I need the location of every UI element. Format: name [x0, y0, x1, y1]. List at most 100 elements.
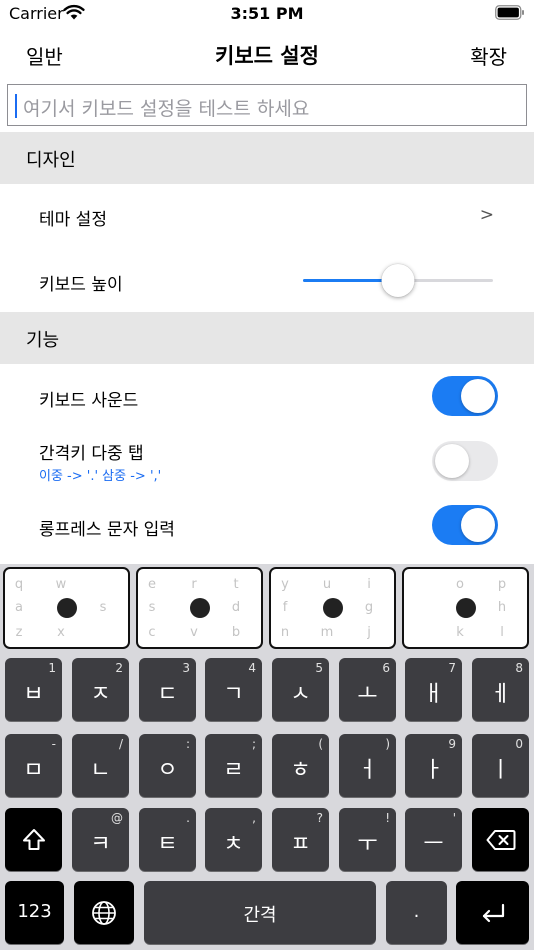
key-main-label: ㅇ [157, 758, 178, 783]
key-secondary-label: ( [318, 737, 323, 751]
gesture-pad-letter: q [14, 577, 24, 592]
key-secondary-label: 1 [48, 661, 56, 675]
section-header-label: 디자인 [26, 150, 76, 171]
key-secondary-label: . [186, 811, 190, 825]
key-secondary-label: ? [316, 811, 323, 825]
gesture-pad-letter: s [99, 600, 107, 615]
gesture-pad-center-dot [456, 598, 476, 618]
toggle-knob [461, 508, 495, 542]
letter-key[interactable]: ㅔ8 [472, 658, 529, 721]
letter-key[interactable]: ㅅ5 [272, 658, 329, 721]
shift-key[interactable] [5, 808, 62, 871]
key-secondary-label: 5 [315, 661, 323, 675]
section-header-label: 기능 [26, 330, 60, 351]
extension-tab-button[interactable]: 확장 [470, 41, 507, 70]
letter-key[interactable]: ㅏ9 [405, 734, 462, 797]
long-press-input-toggle[interactable] [432, 505, 498, 545]
numbers-key[interactable]: 123 [5, 881, 64, 944]
gesture-pad-letter: s [148, 600, 156, 615]
keyboard-sound-label: 키보드 사운드 [39, 391, 139, 411]
key-secondary-label: ! [385, 811, 390, 825]
gesture-pad-letter: u [322, 577, 332, 592]
key-secondary-label: ' [452, 811, 456, 825]
key-main-label: ㅂ [23, 682, 44, 707]
key-main-label: ㄴ [90, 758, 111, 783]
chevron-right-icon: > [479, 205, 494, 225]
key-secondary-label: 3 [182, 661, 190, 675]
return-icon [482, 903, 504, 922]
key-main-label: ㅅ [290, 682, 311, 707]
key-secondary-label: @ [111, 811, 123, 825]
globe-key[interactable] [74, 881, 134, 944]
letter-key[interactable]: ㅐ7 [405, 658, 462, 721]
letter-key[interactable]: ㅈ2 [72, 658, 129, 721]
keyboard-height-slider[interactable] [303, 264, 493, 297]
period-key-label: . [413, 901, 420, 922]
space-key[interactable]: 간격 [144, 881, 376, 944]
gesture-pad-letter: n [280, 625, 290, 640]
space-key-label: 간격 [243, 905, 277, 926]
key-main-label: ㅗ [357, 682, 378, 707]
page-title: 키보드 설정 [215, 44, 319, 68]
gesture-pad-letter: v [190, 625, 198, 640]
key-main-label: ㅌ [157, 832, 178, 857]
long-press-input-label: 롱프레스 문자 입력 [39, 520, 175, 540]
letter-key[interactable]: ㅍ? [272, 808, 329, 871]
gesture-pad-letter: e [148, 577, 156, 592]
letter-key[interactable]: ㅗ6 [339, 658, 396, 721]
space-multi-tap-toggle[interactable] [432, 441, 498, 481]
keyboard-test-input[interactable]: 여기서 키보드 설정을 테스트 하세요 [7, 84, 527, 126]
gesture-pad-letter: w [55, 577, 67, 592]
gesture-pad[interactable]: q w a s z x [3, 567, 130, 649]
slider-thumb[interactable] [381, 264, 415, 297]
gesture-pad[interactable]: o ph k l [402, 567, 529, 649]
battery-icon [495, 5, 524, 20]
gesture-pad-letter: c [148, 625, 156, 640]
letter-key[interactable]: ㅓ) [339, 734, 396, 797]
keyboard: qwaszxertsdcvbyuifgnmjophkl ㅂ1ㅈ2ㄷ3ㄱ4ㅅ5ㅗ6… [0, 564, 534, 950]
shift-icon [22, 828, 45, 850]
return-key[interactable] [456, 881, 529, 944]
period-key[interactable]: . [386, 881, 447, 944]
letter-key[interactable]: ㅜ! [339, 808, 396, 871]
letter-key[interactable]: ㅂ1 [5, 658, 62, 721]
letter-key[interactable]: ㄷ3 [139, 658, 196, 721]
letter-key[interactable]: ㅊ, [205, 808, 262, 871]
key-main-label: ㅊ [223, 832, 244, 857]
key-secondary-label: 6 [382, 661, 390, 675]
toggle-knob [461, 379, 495, 413]
backspace-icon [486, 829, 515, 850]
gesture-pad-letter: h [497, 600, 507, 615]
key-secondary-label: 4 [248, 661, 256, 675]
keyboard-sound-toggle[interactable] [432, 376, 498, 416]
gesture-pad-letter: f [282, 600, 288, 615]
letter-key[interactable]: ㄱ4 [205, 658, 262, 721]
key-main-label: ㅣ [490, 758, 511, 783]
key-secondary-label: 0 [515, 737, 523, 751]
key-main-label: ㅔ [490, 682, 511, 707]
letter-key[interactable]: ㄴ / [72, 734, 129, 797]
globe-icon [92, 900, 116, 925]
theme-setting-row[interactable]: 테마 설정 [39, 205, 107, 230]
gesture-pad-letter: x [57, 625, 65, 640]
backspace-key[interactable] [472, 808, 529, 871]
letter-key[interactable]: ㅡ ' [405, 808, 462, 871]
gesture-pad-letter: t [233, 577, 239, 592]
key-secondary-label: : [185, 737, 190, 751]
gesture-pad[interactable]: e r t s d c v b [136, 567, 263, 649]
gesture-pad-center-dot [57, 598, 77, 618]
key-secondary-label: 8 [515, 661, 523, 675]
toggle-knob [435, 444, 469, 478]
letter-key[interactable]: ㅋ @ [72, 808, 129, 871]
gesture-pad-letter: d [231, 600, 241, 615]
letter-key[interactable]: ㅣ0 [472, 734, 529, 797]
letter-key[interactable]: ㅇ: [139, 734, 196, 797]
status-time: 3:51 PM [230, 4, 304, 23]
letter-key[interactable]: ㅌ. [139, 808, 196, 871]
gesture-pad[interactable]: y u i f g n m j [269, 567, 396, 649]
letter-key[interactable]: ㄹ; [205, 734, 262, 797]
letter-key[interactable]: ㅁ- [5, 734, 62, 797]
key-main-label: ㅜ [357, 832, 378, 857]
gesture-pad-letter: p [497, 577, 507, 592]
letter-key[interactable]: ㅎ( [272, 734, 329, 797]
